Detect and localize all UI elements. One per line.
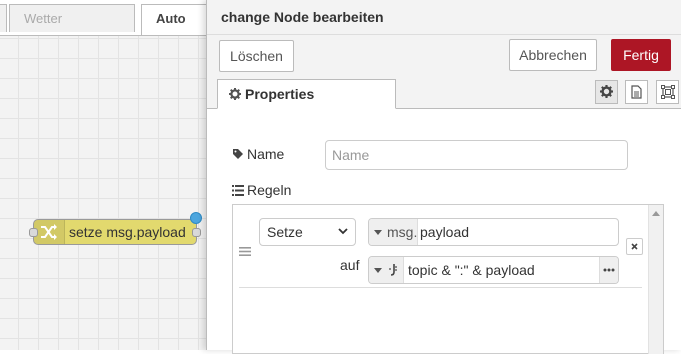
rule-action-select[interactable]: Setze (259, 218, 356, 246)
file-text-icon (631, 85, 642, 99)
remove-rule-button[interactable] (626, 238, 643, 255)
tray-title: change Node bearbeiten (221, 9, 384, 25)
node-settings-tab[interactable] (595, 80, 618, 104)
edit-tray: change Node bearbeiten Löschen Abbrechen… (206, 0, 681, 354)
node-label: setze msg.payload (69, 224, 186, 240)
rules-label: Regeln (232, 182, 291, 198)
name-label: Name (232, 146, 284, 162)
properties-panel: Name Name Regeln Setze msg. payload auf … (207, 109, 681, 354)
tab-properties[interactable]: Properties (217, 79, 396, 109)
rule-value-field[interactable]: topic & ":" & payload (368, 256, 619, 284)
change-node[interactable]: setze msg.payload (29, 212, 202, 245)
rule-to-label: auf (340, 257, 360, 273)
tray-tab-bar: Properties (207, 77, 681, 109)
workspace-tab-bar: Wetter Auto (0, 0, 211, 36)
node-output-port[interactable] (192, 228, 201, 237)
description-tab[interactable] (625, 80, 648, 104)
cancel-button[interactable]: Abbrechen (509, 39, 597, 71)
gear-icon (600, 85, 613, 98)
jsonata-icon (389, 264, 397, 276)
target-property-input[interactable]: payload (420, 224, 469, 240)
delete-button[interactable]: Löschen (219, 40, 294, 72)
tag-icon (233, 149, 243, 159)
node-changed-indicator (190, 212, 202, 224)
node-input-port[interactable] (29, 228, 38, 237)
workspace-tab[interactable] (0, 4, 7, 32)
target-type-label: msg. (387, 224, 418, 240)
name-input[interactable]: Name (325, 140, 628, 170)
flow-canvas[interactable]: Wetter Auto setze msg.payload (0, 0, 211, 350)
chevron-down-icon (338, 228, 348, 235)
rule-action-value: Setze (267, 224, 303, 240)
target-type-select[interactable]: msg. (369, 219, 418, 245)
rules-scrollbar[interactable] (648, 205, 663, 354)
node-icon-box (34, 220, 65, 244)
tab-properties-label: Properties (245, 86, 315, 102)
workspace-tab-auto[interactable]: Auto (141, 4, 211, 35)
rules-list: Setze msg. payload auf topic & ":" & pay… (232, 204, 664, 354)
rule-divider (239, 287, 642, 288)
tray-toolbar: Löschen Abbrechen Fertig (207, 35, 681, 77)
value-type-select[interactable] (369, 257, 404, 283)
rule-target-field[interactable]: msg. payload (368, 218, 619, 246)
ellipsis-icon (603, 268, 615, 272)
expand-editor-button[interactable] (599, 257, 618, 283)
done-button[interactable]: Fertig (611, 39, 671, 71)
close-icon (631, 243, 638, 250)
gear-icon (229, 88, 241, 100)
appearance-tab[interactable] (656, 80, 679, 104)
value-expression-input[interactable]: topic & ":" & payload (408, 262, 535, 278)
scroll-up-arrow[interactable] (652, 211, 660, 216)
drag-handle-icon[interactable] (239, 247, 251, 256)
object-group-icon (661, 85, 675, 99)
caret-down-icon (374, 230, 382, 235)
tray-header: change Node bearbeiten (207, 0, 681, 35)
list-icon (232, 185, 244, 196)
caret-down-icon (374, 268, 382, 273)
workspace-tab-wetter[interactable]: Wetter (9, 4, 135, 32)
shuffle-icon (41, 224, 57, 240)
